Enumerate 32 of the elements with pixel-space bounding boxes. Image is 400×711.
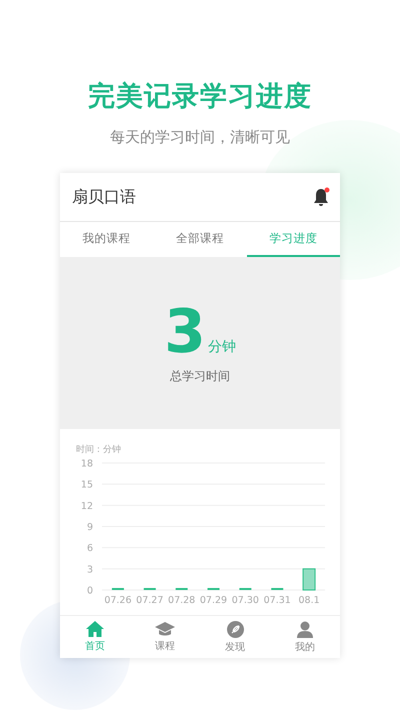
- total-value: 3: [164, 302, 206, 362]
- x-tick-label: 07.29: [200, 595, 228, 606]
- bar: [302, 568, 316, 590]
- compass-icon: [226, 620, 244, 638]
- nav-item[interactable]: 我的: [270, 616, 340, 658]
- home-icon: [86, 621, 104, 637]
- y-tick-label: 18: [80, 458, 93, 470]
- summary-caption: 总学习时间: [170, 368, 230, 384]
- unit-label: 分钟: [208, 338, 236, 356]
- headline: 完美记录学习进度: [88, 80, 312, 114]
- y-tick-label: 15: [80, 480, 93, 491]
- subtitle: 每天的学习时间，清晰可见: [110, 128, 290, 147]
- axis-title: 时间 : 分钟: [76, 445, 121, 455]
- x-tick-label: 08.1: [298, 595, 320, 606]
- y-tick-label: 3: [86, 564, 93, 576]
- person-icon: [297, 620, 313, 638]
- y-tick-label: 9: [86, 522, 93, 533]
- tab[interactable]: 全部课程: [153, 222, 247, 257]
- nav-item[interactable]: 课程: [130, 616, 200, 658]
- graduation-cap-icon: [155, 621, 175, 637]
- x-tick-label: 07.26: [104, 595, 132, 606]
- x-tick-label: 07.30: [232, 595, 259, 606]
- app-title: 扇贝口语: [72, 186, 136, 208]
- bell-icon[interactable]: [312, 187, 330, 207]
- y-tick-label: 12: [80, 500, 93, 512]
- y-tick-label: 6: [86, 543, 93, 554]
- x-tick-label: 07.28: [168, 595, 196, 606]
- tab[interactable]: 我的课程: [60, 222, 154, 257]
- x-tick-label: 07.31: [264, 595, 291, 606]
- x-tick-label: 07.27: [136, 595, 164, 606]
- y-tick-label: 0: [86, 586, 93, 596]
- nav-item[interactable]: 发现: [200, 616, 270, 658]
